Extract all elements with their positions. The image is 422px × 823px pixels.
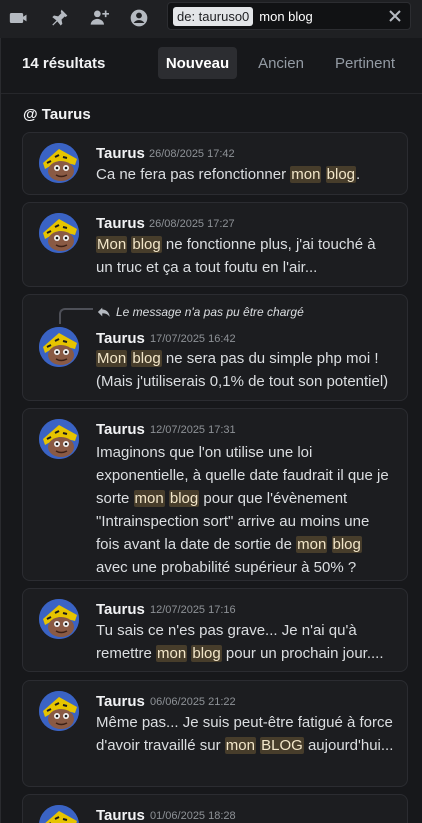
search-filter-chip[interactable]: de: tauruso0 <box>173 6 254 26</box>
search-bar[interactable]: de: tauruso0 mon blog <box>167 2 411 30</box>
message-timestamp: 06/06/2025 21:22 <box>150 696 236 708</box>
add-user-icon[interactable] <box>87 6 111 30</box>
search-highlight: blog <box>191 645 222 662</box>
message-timestamp: 17/07/2025 16:42 <box>150 333 236 345</box>
message-content: Imaginons que l'on utilise une loi expon… <box>96 441 396 579</box>
search-results-panel: 14 résultats Nouveau Ancien Pertinent @ … <box>0 38 422 823</box>
message-timestamp: 12/07/2025 17:31 <box>150 424 236 436</box>
message-card[interactable]: Taurus 26/08/2025 17:42 Ca ne fera pas r… <box>22 132 408 195</box>
message-card[interactable]: Taurus 12/07/2025 17:31 Imaginons que l'… <box>22 408 408 581</box>
search-highlight: Mon <box>96 236 128 253</box>
message-timestamp: 12/07/2025 17:16 <box>150 604 236 616</box>
message-card[interactable]: Taurus 06/06/2025 21:22 Même pas... Je s… <box>22 680 408 787</box>
message-text: aujourd'hui... <box>303 737 394 754</box>
search-input[interactable]: mon blog <box>259 9 312 24</box>
message-timestamp: 26/08/2025 17:27 <box>149 218 235 230</box>
avatar[interactable] <box>39 805 79 823</box>
message-card[interactable]: Taurus 12/07/2025 17:16 Tu sais ce n'es … <box>22 588 408 672</box>
results-header: 14 résultats Nouveau Ancien Pertinent <box>1 38 422 93</box>
reply-preview[interactable]: Le message n'a pas pu être chargé <box>116 305 304 319</box>
tab-nouveau[interactable]: Nouveau <box>158 47 237 79</box>
avatar[interactable] <box>39 143 79 183</box>
message-content: Ca ne fera pas refonctionner mon blog. <box>96 163 396 186</box>
message-text: . <box>356 166 361 183</box>
message-author[interactable]: Taurus <box>96 421 145 438</box>
avatar[interactable] <box>39 599 79 639</box>
message-content: Même pas... Je suis peut-être fatigué à … <box>96 711 396 757</box>
close-icon <box>389 10 401 22</box>
message-text <box>327 536 331 553</box>
message-text: avec une probabilité supérieur à 50% ? <box>96 559 357 576</box>
message-card[interactable]: Taurus 26/08/2025 17:27 Mon blog ne fonc… <box>22 202 408 287</box>
search-highlight: mon <box>156 645 188 662</box>
search-highlight: blog <box>131 350 162 367</box>
search-highlight: blog <box>168 490 200 507</box>
results-count: 14 résultats <box>22 55 106 72</box>
search-highlight: blog <box>331 536 362 553</box>
avatar[interactable] <box>39 213 79 253</box>
search-highlight: mon <box>133 490 165 507</box>
tab-pertinent[interactable]: Pertinent <box>324 47 406 79</box>
message-author[interactable]: Taurus <box>96 693 145 710</box>
message-text: pour un prochain jour.... <box>221 645 384 662</box>
search-highlight: BLOG <box>260 737 304 754</box>
channel-name: @ Taurus <box>23 106 91 123</box>
avatar[interactable] <box>39 419 79 459</box>
video-icon[interactable] <box>7 6 31 30</box>
message-content: Tu sais ce n'es pas grave... Je n'ai qu'… <box>96 619 396 665</box>
avatar[interactable] <box>39 691 79 731</box>
pin-icon[interactable] <box>47 6 71 30</box>
message-author[interactable]: Taurus <box>96 807 145 823</box>
message-content: Mon blog ne sera pas du simple php moi !… <box>96 347 406 393</box>
message-author[interactable]: Taurus <box>96 330 145 347</box>
search-highlight: mon <box>296 536 328 553</box>
search-highlight: blog <box>325 166 357 183</box>
message-author[interactable]: Taurus <box>96 601 145 618</box>
top-toolbar: de: tauruso0 mon blog <box>0 0 422 38</box>
avatar[interactable] <box>39 327 79 367</box>
search-highlight: blog <box>131 236 162 253</box>
message-card[interactable]: Le message n'a pas pu être chargé Taurus… <box>22 294 408 401</box>
clear-search-button[interactable] <box>386 7 404 25</box>
search-highlight: mon <box>224 737 256 754</box>
search-highlight: Mon <box>96 350 128 367</box>
message-content: Mon blog ne fonctionne plus, j'ai touché… <box>96 233 396 279</box>
message-text: Ca ne fera pas refonctionner <box>96 166 291 183</box>
tab-ancien[interactable]: Ancien <box>247 47 315 79</box>
message-author[interactable]: Taurus <box>96 145 145 162</box>
reply-connector <box>59 308 93 324</box>
message-timestamp: 26/08/2025 17:42 <box>149 148 235 160</box>
header-divider <box>1 93 422 94</box>
profile-icon[interactable] <box>127 6 151 30</box>
message-timestamp: 01/06/2025 18:28 <box>150 810 236 822</box>
message-card[interactable]: Taurus 01/06/2025 18:28 <box>22 794 408 823</box>
reply-icon <box>97 305 111 319</box>
search-highlight: mon <box>290 166 322 183</box>
message-author[interactable]: Taurus <box>96 215 145 232</box>
